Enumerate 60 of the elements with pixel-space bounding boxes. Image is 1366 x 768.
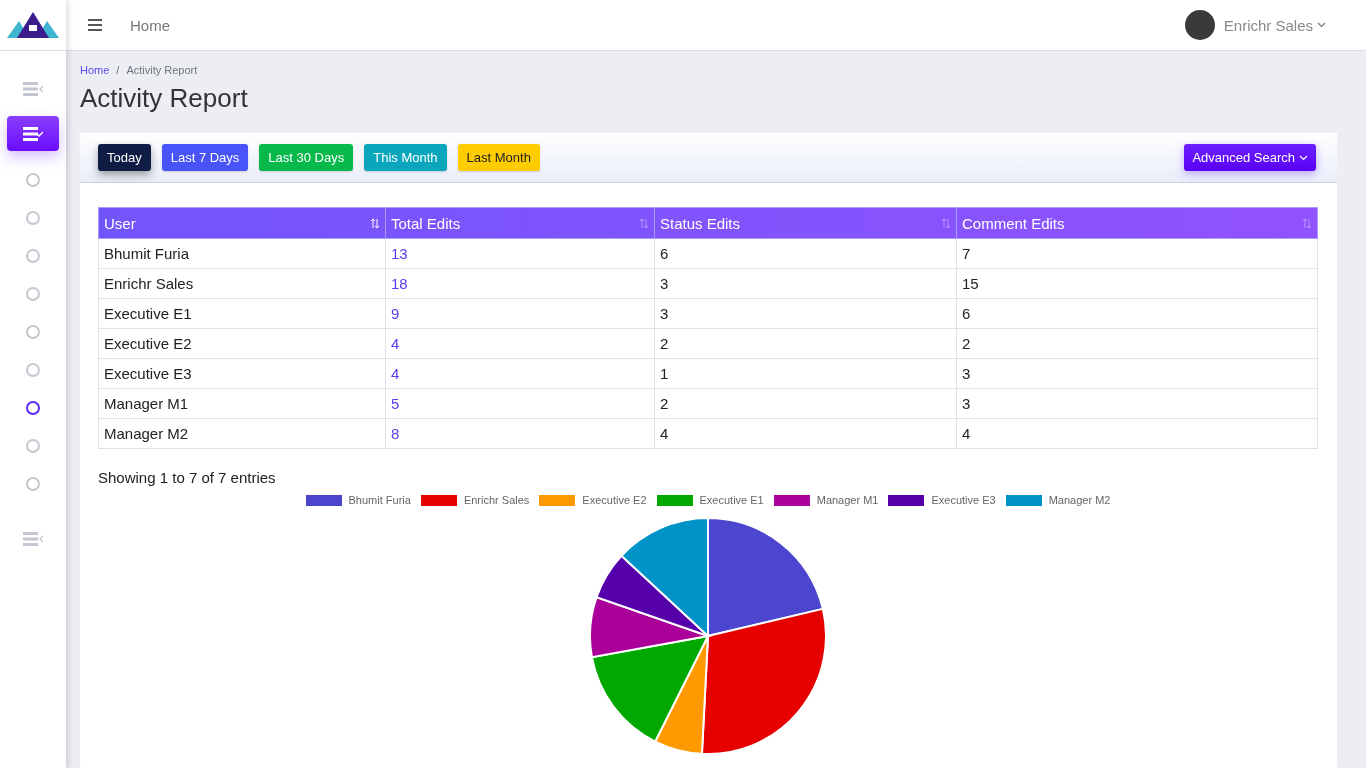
home-nav-link[interactable]: Home xyxy=(130,16,170,34)
column-header[interactable]: User xyxy=(98,207,386,239)
column-header[interactable]: Total Edits xyxy=(385,207,655,239)
date-filter-button[interactable]: Last 7 Days xyxy=(161,144,249,171)
edits-link[interactable]: 13 xyxy=(385,238,655,269)
table-cell: 15 xyxy=(956,268,1318,299)
table-cell: 1 xyxy=(654,358,957,389)
sidebar-item-circle-icon[interactable] xyxy=(26,401,40,415)
legend-label: Executive E1 xyxy=(699,494,764,506)
user-menu[interactable]: Enrichr Sales xyxy=(1223,16,1326,34)
table-cell: 2 xyxy=(654,388,957,419)
table-info: Showing 1 to 7 of 7 entries xyxy=(98,469,277,486)
date-filter-button[interactable]: Last Month xyxy=(457,144,540,171)
chevron-down-icon xyxy=(1317,22,1326,28)
advanced-search-button[interactable]: Advanced Search xyxy=(1184,144,1316,171)
date-filter-button[interactable]: Today xyxy=(98,144,151,171)
menu-icon[interactable] xyxy=(88,19,102,31)
breadcrumb-separator: / xyxy=(116,64,120,76)
table-cell: Bhumit Furia xyxy=(98,238,386,269)
logo-icon xyxy=(7,11,59,39)
table-cell: Manager M2 xyxy=(98,418,386,449)
legend-label: Manager M2 xyxy=(1048,494,1111,506)
legend-label: Bhumit Furia xyxy=(348,494,411,506)
edits-link[interactable]: 4 xyxy=(385,328,655,359)
table-cell: 3 xyxy=(956,388,1318,419)
column-header[interactable]: Comment Edits xyxy=(956,207,1318,239)
legend-label: Manager M1 xyxy=(816,494,879,506)
table-cell: 3 xyxy=(654,268,957,299)
table-cell: Executive E3 xyxy=(98,358,386,389)
table-cell: 6 xyxy=(654,238,957,269)
edits-link[interactable]: 18 xyxy=(385,268,655,299)
table-cell: Enrichr Sales xyxy=(98,268,386,299)
edits-link[interactable]: 8 xyxy=(385,418,655,449)
legend-label: Executive E3 xyxy=(931,494,996,506)
legend-label: Enrichr Sales xyxy=(463,494,530,506)
breadcrumb-current: Activity Report xyxy=(126,64,198,76)
edits-link[interactable]: 4 xyxy=(385,358,655,389)
table-cell: 4 xyxy=(654,418,957,449)
column-header[interactable]: Status Edits xyxy=(654,207,957,239)
breadcrumb-link[interactable]: Home xyxy=(80,64,110,76)
table-cell: 4 xyxy=(956,418,1318,449)
chevron-down-icon xyxy=(1299,154,1308,161)
page-title: Activity Report xyxy=(80,83,249,114)
sidebar-menu-item[interactable] xyxy=(7,116,59,151)
edits-link[interactable]: 5 xyxy=(385,388,655,419)
table-cell: Manager M1 xyxy=(98,388,386,419)
table-cell: 6 xyxy=(956,298,1318,329)
list-icon xyxy=(23,531,43,546)
list-icon xyxy=(23,126,43,141)
table-cell: 3 xyxy=(654,298,957,329)
table-cell: 3 xyxy=(956,358,1318,389)
table-cell: Executive E1 xyxy=(98,298,386,329)
edits-link[interactable]: 9 xyxy=(385,298,655,329)
table-cell: 2 xyxy=(956,328,1318,359)
table-cell: Executive E2 xyxy=(98,328,386,359)
table-cell: 7 xyxy=(956,238,1318,269)
table-cell: 2 xyxy=(654,328,957,359)
legend-label: Executive E2 xyxy=(582,494,647,506)
list-icon xyxy=(23,81,43,96)
avatar-icon xyxy=(1184,10,1215,40)
